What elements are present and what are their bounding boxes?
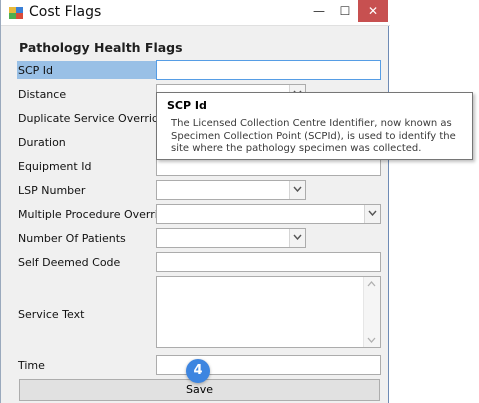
number-of-patients-label: Number Of Patients <box>18 232 126 245</box>
cost-flags-window: Cost Flags — ☐ ✕ Pathology Health Flags … <box>0 0 390 403</box>
close-button[interactable]: ✕ <box>358 0 388 22</box>
chevron-down-icon <box>293 234 302 240</box>
step-badge: 4 <box>186 359 210 383</box>
time-label: Time <box>18 359 45 372</box>
equipment-id-label: Equipment Id <box>18 160 92 173</box>
self-deemed-code-input[interactable] <box>156 252 381 272</box>
app-icon <box>9 7 23 19</box>
section-title: Pathology Health Flags <box>19 40 183 55</box>
self-deemed-code-label: Self Deemed Code <box>18 256 121 269</box>
minimize-button[interactable]: — <box>305 0 333 22</box>
lsp-number-label: LSP Number <box>18 184 86 197</box>
distance-label: Distance <box>18 88 67 101</box>
multiple-procedure-override-label: Multiple Procedure Override <box>18 208 172 221</box>
service-text-area[interactable] <box>156 276 381 348</box>
multiple-procedure-override-combo[interactable] <box>156 204 381 224</box>
maximize-button[interactable]: ☐ <box>331 0 359 22</box>
chevron-down-icon <box>368 210 377 216</box>
chevron-down-icon <box>293 186 302 192</box>
duration-label: Duration <box>18 136 66 149</box>
window-title: Cost Flags <box>29 4 102 20</box>
tooltip-body: The Licensed Collection Centre Identifie… <box>171 118 456 154</box>
lsp-number-combo[interactable] <box>156 180 306 200</box>
scrollbar-arrows-icon <box>367 281 376 343</box>
number-of-patients-dropdown-arrow[interactable] <box>289 229 305 247</box>
tooltip-title: SCP Id <box>167 99 207 112</box>
number-of-patients-combo[interactable] <box>156 228 306 248</box>
scp-id-input[interactable] <box>156 60 381 80</box>
service-text-label: Service Text <box>18 308 85 321</box>
service-text-scrollbar[interactable] <box>363 277 380 347</box>
duplicate-service-override-label: Duplicate Service Override <box>18 112 166 125</box>
scp-id-label: SCP Id <box>18 64 54 77</box>
multiple-procedure-override-dropdown-arrow[interactable] <box>364 205 380 223</box>
title-bar[interactable]: Cost Flags — ☐ ✕ <box>1 0 390 26</box>
scp-id-tooltip: SCP Id The Licensed Collection Centre Id… <box>156 92 473 160</box>
lsp-number-dropdown-arrow[interactable] <box>289 181 305 199</box>
